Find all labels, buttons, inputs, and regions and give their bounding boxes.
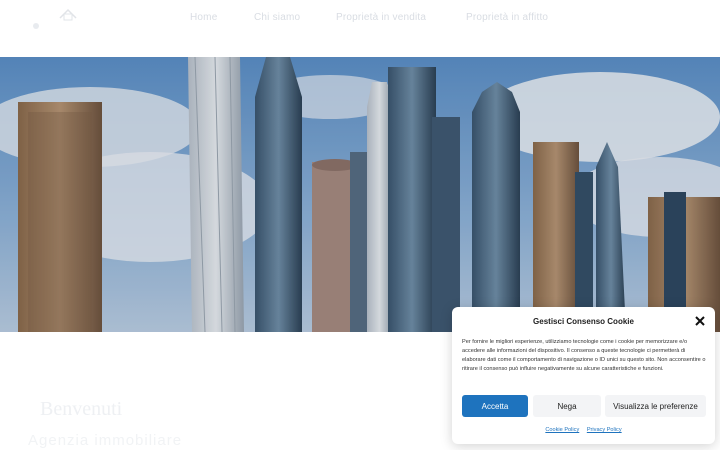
- site-header: Home Chi siamo Proprietà in vendita Prop…: [0, 0, 720, 57]
- section-title: Benvenuti: [40, 398, 123, 420]
- section-subtitle: Agenzia immobiliare: [28, 432, 183, 449]
- privacy-policy-link[interactable]: Privacy Policy: [587, 427, 622, 433]
- cookie-consent-dialog: Gestisci Consenso Cookie Per fornire le …: [452, 307, 715, 444]
- cookie-title: Gestisci Consenso Cookie: [533, 317, 634, 326]
- nav-item-sale[interactable]: Proprietà in vendita: [336, 12, 440, 23]
- nav-item-home[interactable]: Home: [190, 12, 228, 23]
- nav-item-about[interactable]: Chi siamo: [254, 12, 310, 23]
- hero-image: [0, 57, 720, 332]
- close-icon[interactable]: [694, 314, 706, 326]
- logo-icon[interactable]: [28, 4, 88, 34]
- accept-button[interactable]: Accetta: [462, 395, 528, 417]
- nav-item-rent[interactable]: Proprietà in affitto: [466, 12, 576, 23]
- cookie-text: Per fornire le migliori esperienze, util…: [462, 339, 706, 372]
- cookie-links: Cookie Policy Privacy Policy: [452, 427, 715, 433]
- deny-button[interactable]: Nega: [533, 395, 601, 417]
- preferences-button[interactable]: Visualizza le preferenze: [605, 395, 706, 417]
- main-nav: Home Chi siamo Proprietà in vendita Prop…: [190, 12, 576, 23]
- cookie-policy-link[interactable]: Cookie Policy: [545, 427, 579, 433]
